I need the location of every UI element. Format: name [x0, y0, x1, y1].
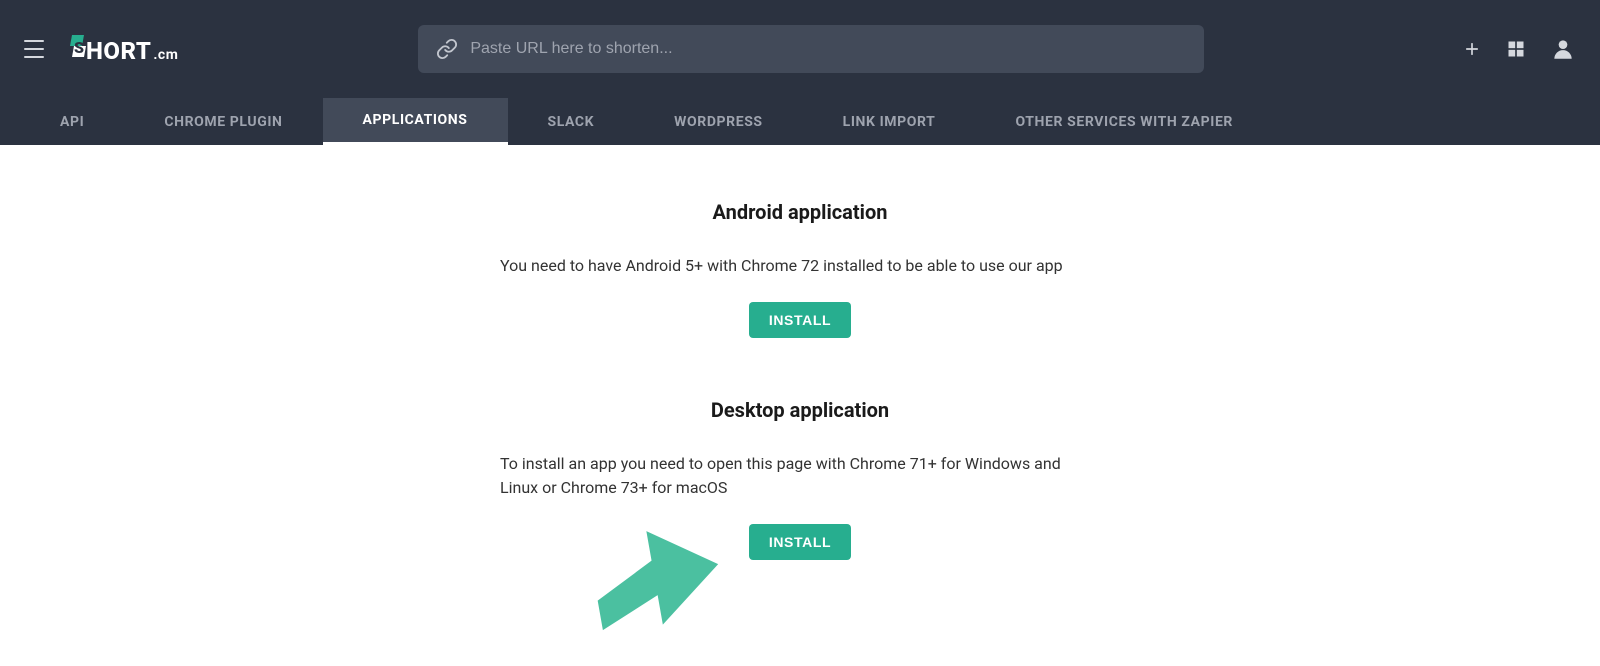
tab-other-services[interactable]: OTHER SERVICES WITH ZAPIER	[975, 98, 1273, 145]
content: Android application You need to have And…	[0, 145, 1600, 620]
url-shorten-field[interactable]	[418, 25, 1204, 73]
nav-tabs: API CHROME PLUGIN APPLICATIONS SLACK WOR…	[0, 98, 1600, 145]
android-install-button[interactable]: INSTALL	[749, 302, 851, 338]
top-actions	[1462, 36, 1576, 62]
desktop-description: To install an app you need to open this …	[500, 452, 1100, 500]
grid-icon	[1506, 39, 1526, 59]
svg-text:S: S	[74, 38, 85, 57]
android-heading: Android application	[500, 200, 1100, 224]
tab-slack[interactable]: SLACK	[508, 98, 635, 145]
logo-mark-icon: S	[68, 33, 88, 59]
profile-button[interactable]	[1550, 36, 1576, 62]
add-button[interactable]	[1462, 39, 1482, 59]
tab-chrome-plugin[interactable]: CHROME PLUGIN	[124, 98, 322, 145]
link-icon	[436, 38, 458, 60]
tab-wordpress[interactable]: WORDPRESS	[634, 98, 802, 145]
user-icon	[1550, 36, 1576, 62]
desktop-section: Desktop application To install an app yo…	[500, 398, 1100, 560]
logo-text: HORT	[86, 37, 151, 65]
apps-button[interactable]	[1506, 39, 1526, 59]
desktop-install-button[interactable]: INSTALL	[749, 524, 851, 560]
android-description: You need to have Android 5+ with Chrome …	[500, 254, 1100, 278]
tab-applications[interactable]: APPLICATIONS	[323, 98, 508, 145]
android-section: Android application You need to have And…	[500, 200, 1100, 338]
menu-icon[interactable]	[24, 37, 48, 61]
tab-api[interactable]: API	[20, 98, 124, 145]
logo-suffix: .cm	[153, 47, 178, 63]
desktop-heading: Desktop application	[500, 398, 1100, 422]
top-bar: S HORT.cm	[0, 0, 1600, 98]
url-input[interactable]	[470, 40, 1186, 58]
plus-icon	[1462, 39, 1482, 59]
tab-link-import[interactable]: LINK IMPORT	[803, 98, 976, 145]
logo[interactable]: S HORT.cm	[68, 33, 178, 65]
